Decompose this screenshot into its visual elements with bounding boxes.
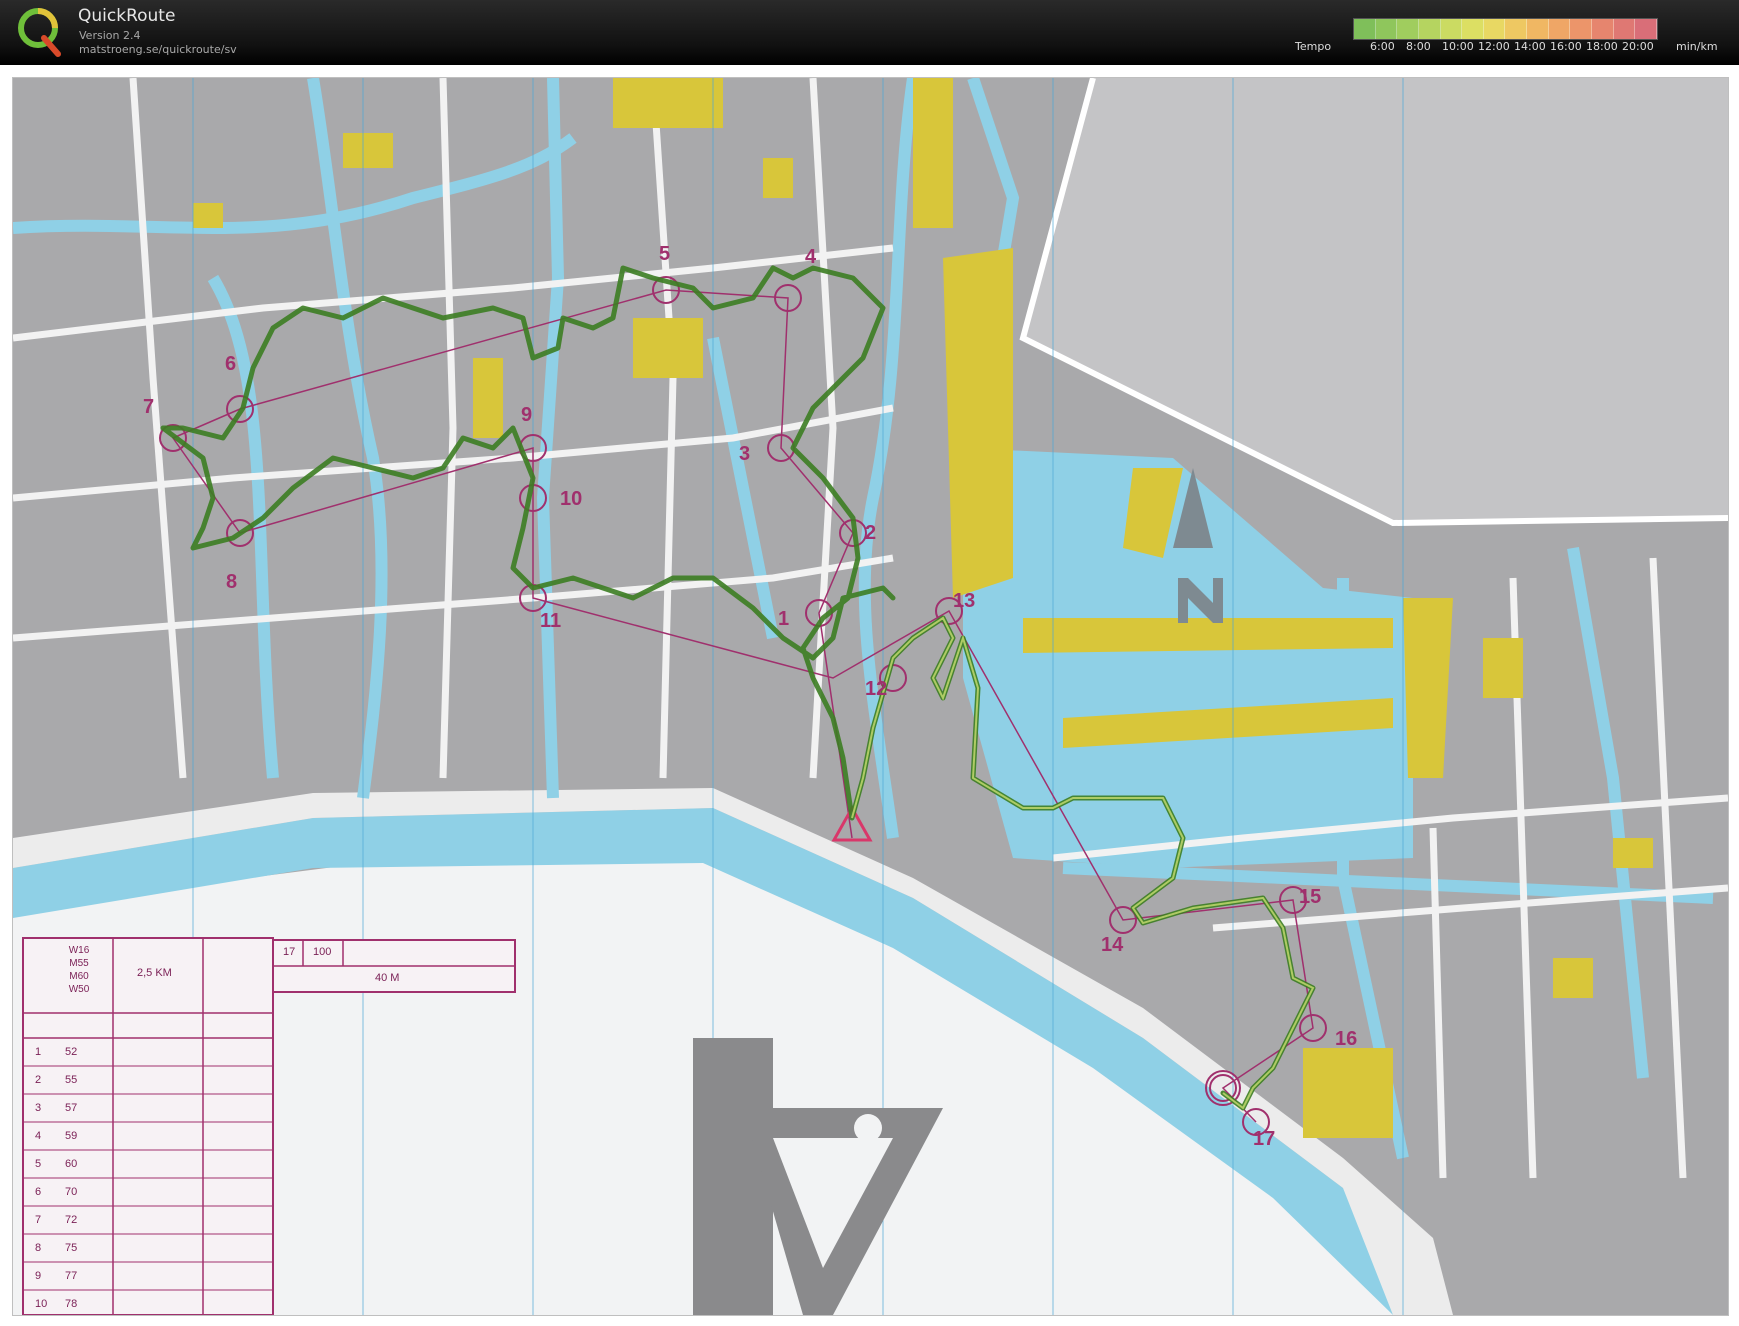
legend-row-code: 72 (65, 1214, 78, 1226)
legend-finish-length: 40 M (375, 972, 400, 984)
legend-distance: 2,5 KM (137, 967, 172, 979)
tempo-color-cell (1440, 19, 1463, 39)
legend-finish-code: 17 (283, 946, 296, 958)
app-name: QuickRoute (78, 6, 176, 26)
control-number-15: 15 (1299, 886, 1322, 908)
tempo-scale-ticks: 6:00 8:00 10:00 12:00 14:00 16:00 18:00 20:00 (1370, 40, 1670, 54)
control-number-10: 10 (560, 488, 583, 510)
legend-row-code: 52 (65, 1046, 78, 1058)
tempo-color-cell (1397, 19, 1419, 39)
tempo-unit: min/km (1676, 40, 1718, 53)
control-number-9: 9 (521, 404, 533, 426)
legend-row-code: 59 (65, 1130, 78, 1142)
control-number-13: 13 (953, 590, 976, 612)
legend-row-number: 6 (35, 1186, 42, 1198)
tempo-color-cell (1570, 19, 1593, 39)
legend-row-code: 70 (65, 1186, 78, 1198)
control-number-16: 16 (1335, 1028, 1358, 1050)
legend-row-number: 5 (35, 1158, 42, 1170)
control-number-7: 7 (143, 396, 155, 418)
tempo-color-cell (1592, 19, 1614, 39)
legend-row-number: 9 (35, 1270, 42, 1282)
control-number-3: 3 (739, 443, 751, 465)
quickroute-logo-icon (18, 8, 61, 57)
control-number-11: 11 (540, 610, 562, 632)
tempo-tick-label: 20:00 (1622, 40, 1654, 53)
tempo-color-cell (1635, 19, 1657, 39)
orienteering-map[interactable]: 1 2 3 4 5 6 7 8 9 10 11 12 13 14 15 16 1… (12, 77, 1729, 1316)
legend-row-code: 75 (65, 1242, 78, 1254)
control-number-12: 12 (865, 678, 888, 700)
legend-row-number: 7 (35, 1214, 42, 1226)
tempo-color-cell (1354, 19, 1376, 39)
tempo-color-cell (1483, 19, 1506, 39)
legend-row-code: 78 (65, 1298, 78, 1310)
tempo-color-cell (1418, 19, 1441, 39)
tempo-tick-label: 10:00 (1442, 40, 1474, 53)
tempo-color-cell (1548, 19, 1571, 39)
control-number-17: 17 (1253, 1128, 1276, 1150)
control-number-1: 1 (778, 608, 790, 630)
control-number-4: 4 (805, 246, 817, 268)
tempo-tick-label: 12:00 (1478, 40, 1510, 53)
legend-finish-distance: 100 (313, 946, 332, 958)
tempo-tick-label: 16:00 (1550, 40, 1582, 53)
app-url[interactable]: matstroeng.se/quickroute/sv (79, 43, 237, 56)
tempo-tick-label: 14:00 (1514, 40, 1546, 53)
control-number-8: 8 (226, 571, 238, 593)
control-number-2: 2 (865, 522, 877, 544)
control-number-14: 14 (1101, 934, 1124, 956)
legend-row-number: 8 (35, 1242, 42, 1254)
legend-row-number: 2 (35, 1074, 42, 1086)
tempo-label: Tempo (1295, 40, 1332, 53)
tempo-tick-label: 8:00 (1406, 40, 1431, 53)
legend-row-code: 77 (65, 1270, 78, 1282)
app-version: Version 2.4 (79, 29, 141, 42)
tempo-color-cell (1613, 19, 1636, 39)
control-number-6: 6 (225, 353, 237, 375)
tempo-color-cell (1505, 19, 1528, 39)
tempo-tick-label: 6:00 (1370, 40, 1395, 53)
legend-row-number: 10 (35, 1298, 48, 1310)
control-number-5: 5 (659, 243, 671, 265)
tempo-color-cell (1462, 19, 1484, 39)
legend-classes: W16 M55 M60 W50 (68, 945, 90, 995)
legend-row-number: 4 (35, 1130, 42, 1142)
app-header: QuickRoute Version 2.4 matstroeng.se/qui… (0, 0, 1739, 65)
legend-row-code: 55 (65, 1074, 78, 1086)
tempo-color-cell (1375, 19, 1398, 39)
legend-row-code: 60 (65, 1158, 78, 1170)
tempo-color-cell (1527, 19, 1549, 39)
legend-row-number: 1 (35, 1046, 42, 1058)
tempo-tick-label: 18:00 (1586, 40, 1618, 53)
legend-row-code: 57 (65, 1102, 78, 1114)
legend-row-number: 3 (35, 1102, 42, 1114)
tempo-color-scale (1353, 18, 1658, 40)
